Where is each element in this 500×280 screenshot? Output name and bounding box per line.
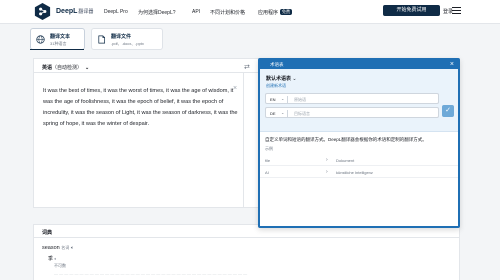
source-term-placeholder: 原始语 bbox=[294, 97, 306, 102]
sense-translation[interactable]: 季 bbox=[48, 256, 53, 262]
top-header: DeepL翻译器 DeepL Pro 为何选择DeepL? API 不同计划和价… bbox=[0, 0, 500, 24]
tab-translate-files[interactable]: 翻译文件 .pdf、.docx、.pptx bbox=[91, 28, 163, 50]
nav-api[interactable]: API bbox=[192, 9, 200, 15]
glossary-header: 术语表 × bbox=[260, 60, 458, 69]
document-icon bbox=[98, 35, 106, 44]
glossary-dropdown[interactable]: 默认术语表 ⌄ bbox=[266, 75, 297, 82]
hamburger-menu-icon[interactable] bbox=[452, 7, 461, 14]
glossary-example-row: file › Dokument bbox=[260, 154, 458, 166]
checkmark-icon: ✓ bbox=[445, 107, 451, 114]
dictionary-title: 词典 bbox=[42, 230, 53, 236]
tab-translate-files-title: 翻译文件 bbox=[111, 34, 132, 40]
dictionary-panel: 词典 season 名词 🔈︎ 季 🔈︎ 不可数 — — — — — — — —… bbox=[33, 224, 460, 280]
glossary-title: 术语表 bbox=[270, 62, 284, 67]
tab-translate-files-subtitle: .pdf、.docx、.pptx bbox=[111, 41, 144, 46]
example-source: file bbox=[265, 158, 271, 163]
brand-name[interactable]: DeepL翻译器 bbox=[56, 8, 93, 15]
chevron-down-icon: ⌄ bbox=[85, 65, 90, 71]
glossary-description: 自定义单词和短语的翻译方式。DeepL翻译器会根据你的术语和定制的翻译方式。 bbox=[265, 137, 427, 142]
example-target: künstliche Intelligenz bbox=[336, 170, 373, 175]
example-placeholder: — — — — — — — — — — — — — — — — — — — — … bbox=[54, 271, 248, 276]
create-term-link[interactable]: 创建新术语 bbox=[266, 83, 286, 89]
tab-translate-text[interactable]: 翻译文本 31种语言 bbox=[30, 28, 85, 50]
free-badge: 免费 bbox=[280, 9, 293, 15]
target-term-placeholder: 目标语言 bbox=[294, 111, 310, 116]
glossary-editor: 默认术语表 ⌄ 创建新术语 EN ⌄ 原始语 DE ⌄ 目标语言 bbox=[260, 69, 458, 132]
start-free-trial-button[interactable]: 开始免费试用 bbox=[383, 5, 440, 16]
glossary-example-row: AI › künstliche Intelligenz bbox=[260, 166, 458, 178]
source-term-field[interactable]: EN ⌄ 原始语 bbox=[265, 93, 439, 104]
arrow-right-icon: › bbox=[326, 169, 328, 175]
nav-apps[interactable]: 应用程序 免费 bbox=[258, 9, 293, 16]
nav-deepl-pro[interactable]: DeepL Pro bbox=[104, 9, 128, 15]
source-term-lang[interactable]: EN bbox=[270, 97, 276, 102]
example-target: Dokument bbox=[336, 158, 355, 163]
add-term-button[interactable]: ✓ bbox=[442, 105, 454, 117]
chevron-down-icon: ⌄ bbox=[292, 76, 297, 82]
arrow-right-icon: › bbox=[326, 157, 328, 163]
examples-label: 示例 bbox=[265, 146, 273, 151]
speaker-icon[interactable]: 🔈︎ bbox=[54, 256, 56, 261]
source-text-input[interactable]: It was the best of times, it was the wor… bbox=[43, 86, 238, 130]
target-term-lang[interactable]: DE bbox=[270, 111, 276, 116]
nav-why-deepl[interactable]: 为何选择DeepL? bbox=[138, 9, 176, 16]
panel-divider bbox=[243, 73, 244, 208]
speaker-icon[interactable]: 🔈︎ bbox=[71, 245, 74, 251]
deepl-logo-icon[interactable] bbox=[33, 2, 52, 21]
clear-text-icon[interactable]: × bbox=[233, 85, 237, 92]
dictionary-sense: 季 🔈︎ bbox=[48, 255, 57, 262]
dictionary-word[interactable]: season bbox=[42, 245, 60, 251]
source-language-selector[interactable]: 英语（自动检测） ⌄ bbox=[42, 64, 89, 71]
glossary-popup: 术语表 × 默认术语表 ⌄ 创建新术语 EN ⌄ 原始语 DE ⌄ 目标语言 ✓… bbox=[258, 58, 460, 228]
swap-languages-icon[interactable]: ⇄ bbox=[244, 63, 250, 71]
chevron-down-icon: ⌄ bbox=[281, 110, 285, 115]
close-icon[interactable]: × bbox=[450, 60, 454, 69]
example-source: AI bbox=[265, 170, 269, 175]
globe-icon bbox=[36, 35, 45, 44]
sense-note: 不可数 bbox=[54, 263, 66, 268]
tab-translate-text-subtitle: 31种语言 bbox=[50, 41, 67, 46]
active-tab-indicator bbox=[30, 49, 84, 50]
part-of-speech: 名词 bbox=[61, 245, 70, 250]
chevron-down-icon: ⌄ bbox=[281, 96, 285, 101]
target-term-field[interactable]: DE ⌄ 目标语言 bbox=[265, 107, 439, 118]
tab-translate-text-title: 翻译文本 bbox=[50, 34, 71, 40]
nav-plans-pricing[interactable]: 不同计划和价格 bbox=[210, 9, 245, 16]
dictionary-entry: season 名词 🔈︎ bbox=[42, 245, 74, 251]
